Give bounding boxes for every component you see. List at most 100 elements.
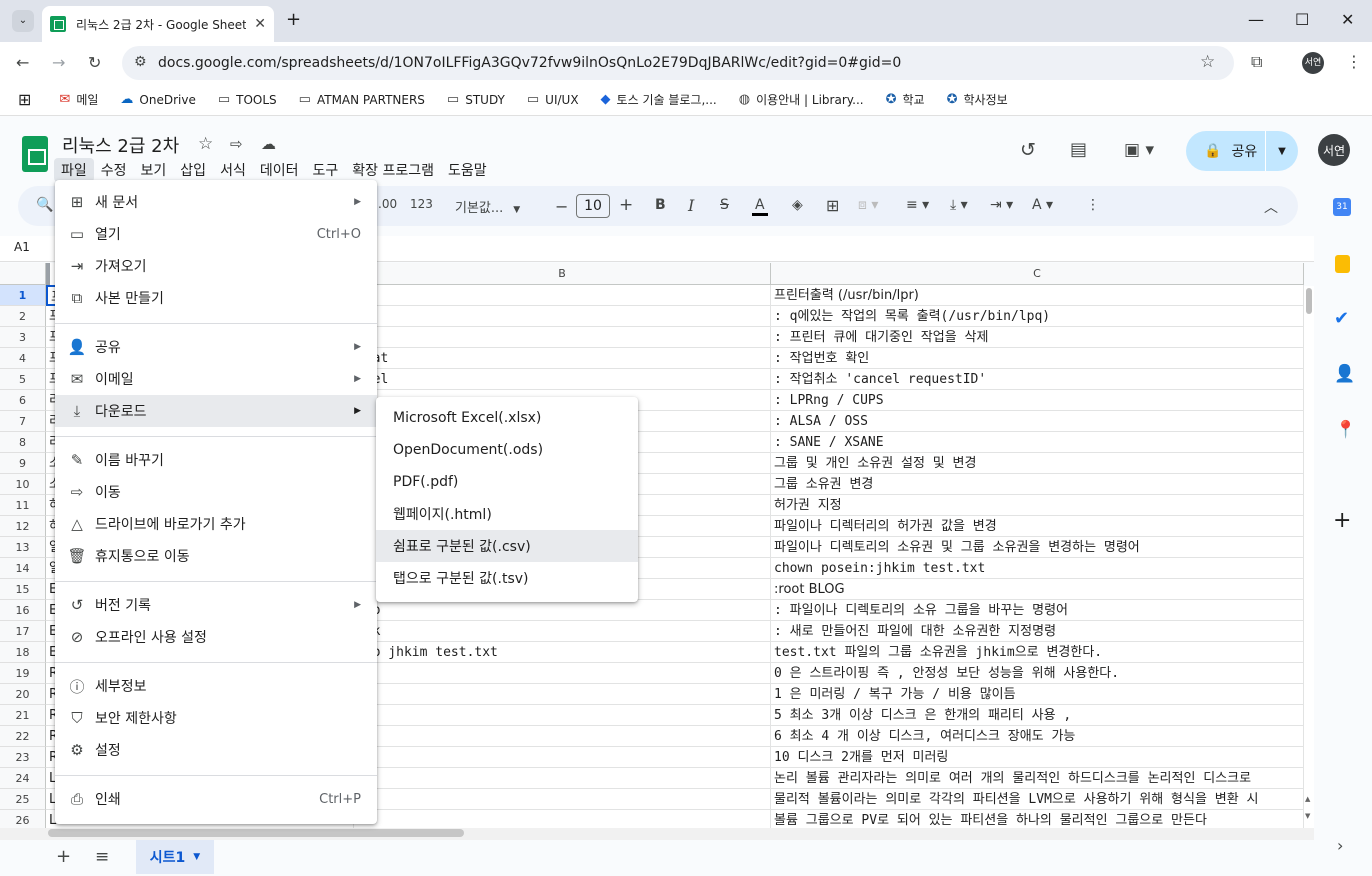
menu-data[interactable]: 데이터: [253, 158, 306, 182]
bookmark-onedrive[interactable]: ☁ OneDrive: [120, 92, 195, 107]
select-all-corner[interactable]: [0, 263, 46, 285]
font-size-input[interactable]: 10: [576, 194, 610, 218]
sheets-logo-icon[interactable]: [22, 136, 48, 172]
cell-c[interactable]: 파일이나 디렉토리의 소유권 및 그룹 소유권을 변경하는 명령어: [771, 537, 1304, 558]
horizontal-scroll-thumb[interactable]: [48, 829, 464, 837]
tasks-icon[interactable]: ✔: [1334, 310, 1349, 328]
comments-icon[interactable]: ▤: [1070, 141, 1087, 159]
document-title[interactable]: 리눅스 2급 2차: [62, 132, 179, 158]
increase-decimal-button[interactable]: .00: [378, 197, 397, 211]
menu-tools[interactable]: 도구: [305, 158, 345, 182]
number-format-button[interactable]: 123: [410, 197, 433, 211]
scroll-up-icon[interactable]: ▲: [1305, 795, 1310, 803]
maps-icon[interactable]: 📍: [1335, 422, 1356, 439]
close-tab-icon[interactable]: ✕: [254, 16, 266, 32]
cell-c[interactable]: 그룹 소유권 변경: [771, 474, 1304, 495]
vertical-align-icon[interactable]: ⤓ ▾: [950, 197, 968, 213]
row-header[interactable]: 6: [0, 390, 46, 411]
file-menu-item[interactable]: ⎙ 인쇄 Ctrl+P: [55, 783, 377, 815]
back-icon[interactable]: ←: [16, 55, 29, 71]
collapse-toolbar-icon[interactable]: ︿: [1264, 197, 1278, 217]
cell-b[interactable]: stat: [354, 348, 771, 369]
download-format-item[interactable]: OpenDocument(.ods): [376, 434, 638, 466]
row-header[interactable]: 1: [0, 285, 46, 306]
cell-c[interactable]: : 새로 만들어진 파일에 대한 소유권한 지정명령: [771, 621, 1304, 642]
cell-b[interactable]: [354, 789, 771, 810]
cell-c[interactable]: 10 디스크 2개를 먼저 미러링: [771, 747, 1304, 768]
font-select[interactable]: 기본값... ▼: [455, 197, 520, 216]
download-format-item[interactable]: Microsoft Excel(.xlsx): [376, 402, 638, 434]
cell-c[interactable]: test.txt 파일의 그룹 소유권을 jhkim으로 변경한다.: [771, 642, 1304, 663]
cell-c[interactable]: 논리 볼륨 관리자라는 의미로 여러 개의 물리적인 하드디스크를 논리적인 디…: [771, 768, 1304, 789]
move-folder-icon[interactable]: ⇨: [230, 137, 243, 152]
menu-format[interactable]: 서식: [213, 158, 253, 182]
browser-tab[interactable]: 리눅스 2급 2차 - Google Sheets ✕: [42, 6, 274, 42]
italic-button[interactable]: I: [688, 196, 694, 215]
download-format-item[interactable]: 웹페이지(.html): [376, 498, 638, 530]
row-header[interactable]: 2: [0, 306, 46, 327]
row-header[interactable]: 19: [0, 663, 46, 684]
cell-c[interactable]: chown posein:jhkim test.txt: [771, 558, 1304, 579]
row-header[interactable]: 25: [0, 789, 46, 810]
bold-button[interactable]: B: [655, 197, 666, 213]
row-header[interactable]: 3: [0, 327, 46, 348]
cell-b[interactable]: rm: [354, 327, 771, 348]
cell-c[interactable]: 0 은 스트라이핑 즉 , 안정성 보단 성능을 위해 사용한다.: [771, 663, 1304, 684]
cell-c[interactable]: : 파일이나 디렉토리의 소유 그룹을 바꾸는 명령어: [771, 600, 1304, 621]
minimize-icon[interactable]: —: [1248, 10, 1264, 29]
browser-menu-icon[interactable]: ⋮: [1346, 54, 1362, 70]
cell-c[interactable]: 볼륨 그룹으로 PV로 되어 있는 파티션을 하나의 물리적인 그룹으로 만든다: [771, 810, 1304, 828]
close-window-icon[interactable]: ✕: [1341, 10, 1354, 29]
cell-b[interactable]: ncel: [354, 369, 771, 390]
row-header[interactable]: 12: [0, 516, 46, 537]
bookmark-toss[interactable]: ◆ 토스 기술 블로그,...: [601, 91, 717, 108]
scroll-down-icon[interactable]: ▼: [1305, 812, 1310, 820]
column-header-b[interactable]: B: [354, 263, 771, 285]
cell-b[interactable]: [354, 810, 771, 828]
vertical-scroll-thumb[interactable]: [1306, 288, 1312, 314]
cell-c[interactable]: 프린터출력 (/usr/bin/lpr): [771, 285, 1304, 306]
site-info-icon[interactable]: ⚙: [134, 55, 147, 69]
cell-b[interactable]: [354, 684, 771, 705]
row-header[interactable]: 24: [0, 768, 46, 789]
file-menu-item[interactable]: ⇥ 가져오기: [55, 250, 377, 282]
column-header-a[interactable]: [46, 263, 50, 285]
vertical-scrollbar[interactable]: [1304, 286, 1314, 828]
merge-cells-icon[interactable]: ⧈ ▾: [858, 197, 878, 213]
version-history-icon[interactable]: ↺: [1020, 141, 1036, 160]
row-header[interactable]: 21: [0, 705, 46, 726]
menu-extensions[interactable]: 확장 프로그램: [345, 158, 441, 182]
cell-c[interactable]: : 작업번호 확인: [771, 348, 1304, 369]
font-size-increase-button[interactable]: +: [619, 195, 633, 215]
text-rotation-icon[interactable]: A ▾: [1032, 197, 1053, 213]
row-header[interactable]: 17: [0, 621, 46, 642]
row-header[interactable]: 5: [0, 369, 46, 390]
cell-c[interactable]: 물리적 볼륨이라는 의미로 각각의 파티션을 LVM으로 사용하기 위해 형식을…: [771, 789, 1304, 810]
row-header[interactable]: 22: [0, 726, 46, 747]
bookmark-atman[interactable]: ▭ ATMAN PARTNERS: [299, 92, 425, 107]
new-tab-icon[interactable]: +: [286, 11, 301, 29]
calendar-icon[interactable]: 31: [1333, 198, 1351, 216]
text-color-button[interactable]: A: [752, 197, 768, 216]
cell-c[interactable]: 그룹 및 개인 소유권 설정 및 변경: [771, 453, 1304, 474]
row-header[interactable]: 20: [0, 684, 46, 705]
cell-b[interactable]: [354, 285, 771, 306]
row-header[interactable]: 18: [0, 642, 46, 663]
row-header[interactable]: 11: [0, 495, 46, 516]
file-menu-item[interactable]: ⛉ 보안 제한사항: [55, 702, 377, 734]
row-header[interactable]: 10: [0, 474, 46, 495]
keep-icon[interactable]: [1335, 255, 1350, 273]
extensions-icon[interactable]: ⧉: [1251, 54, 1262, 70]
cell-b[interactable]: grp: [354, 600, 771, 621]
cell-c[interactable]: :root BLOG: [771, 579, 1304, 600]
meet-icon[interactable]: ▣ ▾: [1124, 142, 1154, 159]
file-menu-item[interactable]: ⤓ 다운로드 ▶: [55, 395, 377, 427]
bookmark-uiux[interactable]: ▭ UI/UX: [527, 92, 579, 107]
search-menus-icon[interactable]: 🔍: [36, 197, 53, 213]
row-header[interactable]: 26: [0, 810, 46, 828]
row-header[interactable]: 23: [0, 747, 46, 768]
bookmark-mail[interactable]: ✉ 메일: [59, 91, 98, 108]
file-menu-item[interactable]: ⓘ 세부정보: [55, 670, 377, 702]
align-icon[interactable]: ≡ ▾: [906, 197, 929, 213]
expand-panel-icon[interactable]: ›: [1337, 838, 1343, 854]
